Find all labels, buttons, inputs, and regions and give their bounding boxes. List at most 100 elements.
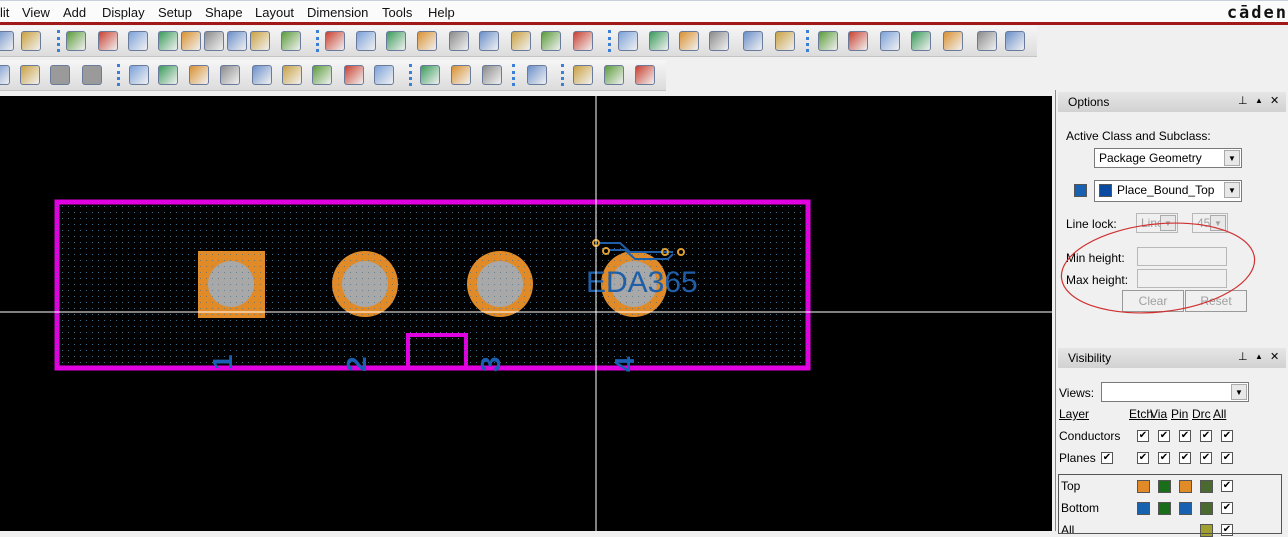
l-shape-icon[interactable] [129, 65, 149, 85]
visibility-checkbox[interactable]: ✔ [1137, 452, 1149, 464]
undo-icon[interactable] [158, 31, 178, 51]
divider [0, 22, 1288, 25]
void-icon[interactable] [374, 65, 394, 85]
menu-display[interactable]: Display [102, 5, 145, 20]
menu-lit[interactable]: lit [0, 5, 9, 20]
visibility-checkbox[interactable]: ✔ [1200, 452, 1212, 464]
add-circle-icon[interactable] [943, 31, 963, 51]
column-pin[interactable]: Pin [1171, 407, 1188, 421]
hourglass-icon[interactable] [911, 31, 931, 51]
linear-dim-icon[interactable] [482, 65, 502, 85]
menu-setup[interactable]: Setup [158, 5, 192, 20]
subclass-color-swatch[interactable] [1074, 184, 1087, 197]
save-icon[interactable] [21, 31, 41, 51]
zoom-fit-icon[interactable] [356, 31, 376, 51]
show-element-icon[interactable] [848, 31, 868, 51]
blank-icon[interactable] [82, 65, 102, 85]
flip-icon[interactable] [573, 31, 593, 51]
zoom-out-icon[interactable] [417, 31, 437, 51]
down-arrow-icon[interactable] [181, 31, 201, 51]
close-icon[interactable]: ✕ [1270, 350, 1279, 363]
down-arrow-icon[interactable] [227, 31, 247, 51]
component-icon[interactable] [420, 65, 440, 85]
square-outline-icon[interactable] [312, 65, 332, 85]
zoom-previous-icon[interactable] [449, 31, 469, 51]
zoom-world-icon[interactable] [479, 31, 499, 51]
toolbar-separator[interactable] [316, 30, 319, 52]
menu-add[interactable]: Add [63, 5, 86, 20]
visibility-checkbox[interactable]: ✔ [1137, 430, 1149, 442]
column-drc[interactable]: Drc [1192, 407, 1211, 421]
menu-tools[interactable]: Tools [382, 5, 412, 20]
leaf-icon[interactable] [250, 31, 270, 51]
circle-outline-icon[interactable] [344, 65, 364, 85]
toolbar-separator[interactable] [806, 30, 809, 52]
pin-icon[interactable]: ⊥ [1238, 94, 1248, 107]
menu-view[interactable]: View [22, 5, 50, 20]
visibility-checkbox[interactable]: ✔ [1221, 430, 1233, 442]
visibility-checkbox[interactable]: ✔ [1179, 452, 1191, 464]
mail-icon[interactable] [604, 65, 624, 85]
design-canvas[interactable]: EDA365 1 2 3 4 [0, 96, 1052, 531]
constraint-manager-icon[interactable] [743, 31, 763, 51]
copy-doc-icon[interactable] [573, 65, 593, 85]
merge-shape-icon[interactable] [252, 65, 272, 85]
info-icon[interactable] [818, 31, 838, 51]
zoom-in-icon[interactable] [386, 31, 406, 51]
column-via[interactable]: Via [1150, 407, 1167, 421]
class-select[interactable]: Package Geometry ▼ [1094, 148, 1242, 168]
visibility-checkbox[interactable]: ✔ [1179, 430, 1191, 442]
visibility-checkbox[interactable]: ✔ [1158, 430, 1170, 442]
toolbar-separator[interactable] [409, 64, 412, 86]
visibility-checkbox[interactable]: ✔ [1221, 452, 1233, 464]
globe-icon[interactable] [775, 31, 795, 51]
pin-icon[interactable] [281, 31, 301, 51]
planes-checkbox[interactable]: ✔ [1101, 452, 1113, 464]
options-title: Options [1068, 95, 1110, 109]
pin-icon[interactable]: ⊥ [1238, 350, 1248, 363]
select-icon[interactable] [220, 65, 240, 85]
blank-icon[interactable] [50, 65, 70, 85]
menu-shape[interactable]: Shape [205, 5, 243, 20]
layer-priority-icon[interactable] [679, 31, 699, 51]
camera-icon[interactable] [527, 65, 547, 85]
column-all[interactable]: All [1213, 407, 1226, 421]
help-icon[interactable] [635, 65, 655, 85]
delete-icon[interactable] [128, 31, 148, 51]
color-icon[interactable] [649, 31, 669, 51]
zoom-points-icon[interactable] [325, 31, 345, 51]
menu-layout[interactable]: Layout [255, 5, 294, 20]
subclass-select[interactable]: Place_Bound_Top ▼ [1094, 180, 1242, 202]
grid-icon[interactable] [618, 31, 638, 51]
shape-icon[interactable] [0, 65, 10, 85]
collapse-icon[interactable]: ▲ [1255, 352, 1263, 361]
options-header: Options ⊥ ▲ ✕ [1058, 92, 1286, 112]
visibility-checkbox[interactable]: ✔ [1200, 430, 1212, 442]
views-select[interactable]: ▼ [1101, 382, 1249, 402]
stack-icon[interactable] [709, 31, 729, 51]
rotate-shape-icon[interactable] [282, 65, 302, 85]
circle-icon[interactable] [189, 65, 209, 85]
collapse-icon[interactable]: ▲ [1255, 96, 1263, 105]
cursor-monitor-icon[interactable] [1005, 31, 1025, 51]
menu-dimension[interactable]: Dimension [307, 5, 368, 20]
board-icon[interactable] [20, 65, 40, 85]
toolbar-separator[interactable] [608, 30, 611, 52]
rectangle-icon[interactable] [158, 65, 178, 85]
r1-icon[interactable] [977, 31, 997, 51]
3d-view-icon[interactable] [541, 31, 561, 51]
close-icon[interactable]: ✕ [1270, 94, 1279, 107]
copy-icon[interactable] [98, 31, 118, 51]
menu-help[interactable]: Help [428, 5, 455, 20]
redraw-icon[interactable] [511, 31, 531, 51]
move-icon[interactable] [66, 31, 86, 51]
open-icon[interactable] [0, 31, 14, 51]
toolbar-separator[interactable] [512, 64, 515, 86]
measure-icon[interactable] [880, 31, 900, 51]
toolbar-separator[interactable] [561, 64, 564, 86]
toolbar-separator[interactable] [117, 64, 120, 86]
dimension-icon[interactable] [451, 65, 471, 85]
redo-icon[interactable] [204, 31, 224, 51]
toolbar-separator[interactable] [57, 30, 60, 52]
visibility-checkbox[interactable]: ✔ [1158, 452, 1170, 464]
